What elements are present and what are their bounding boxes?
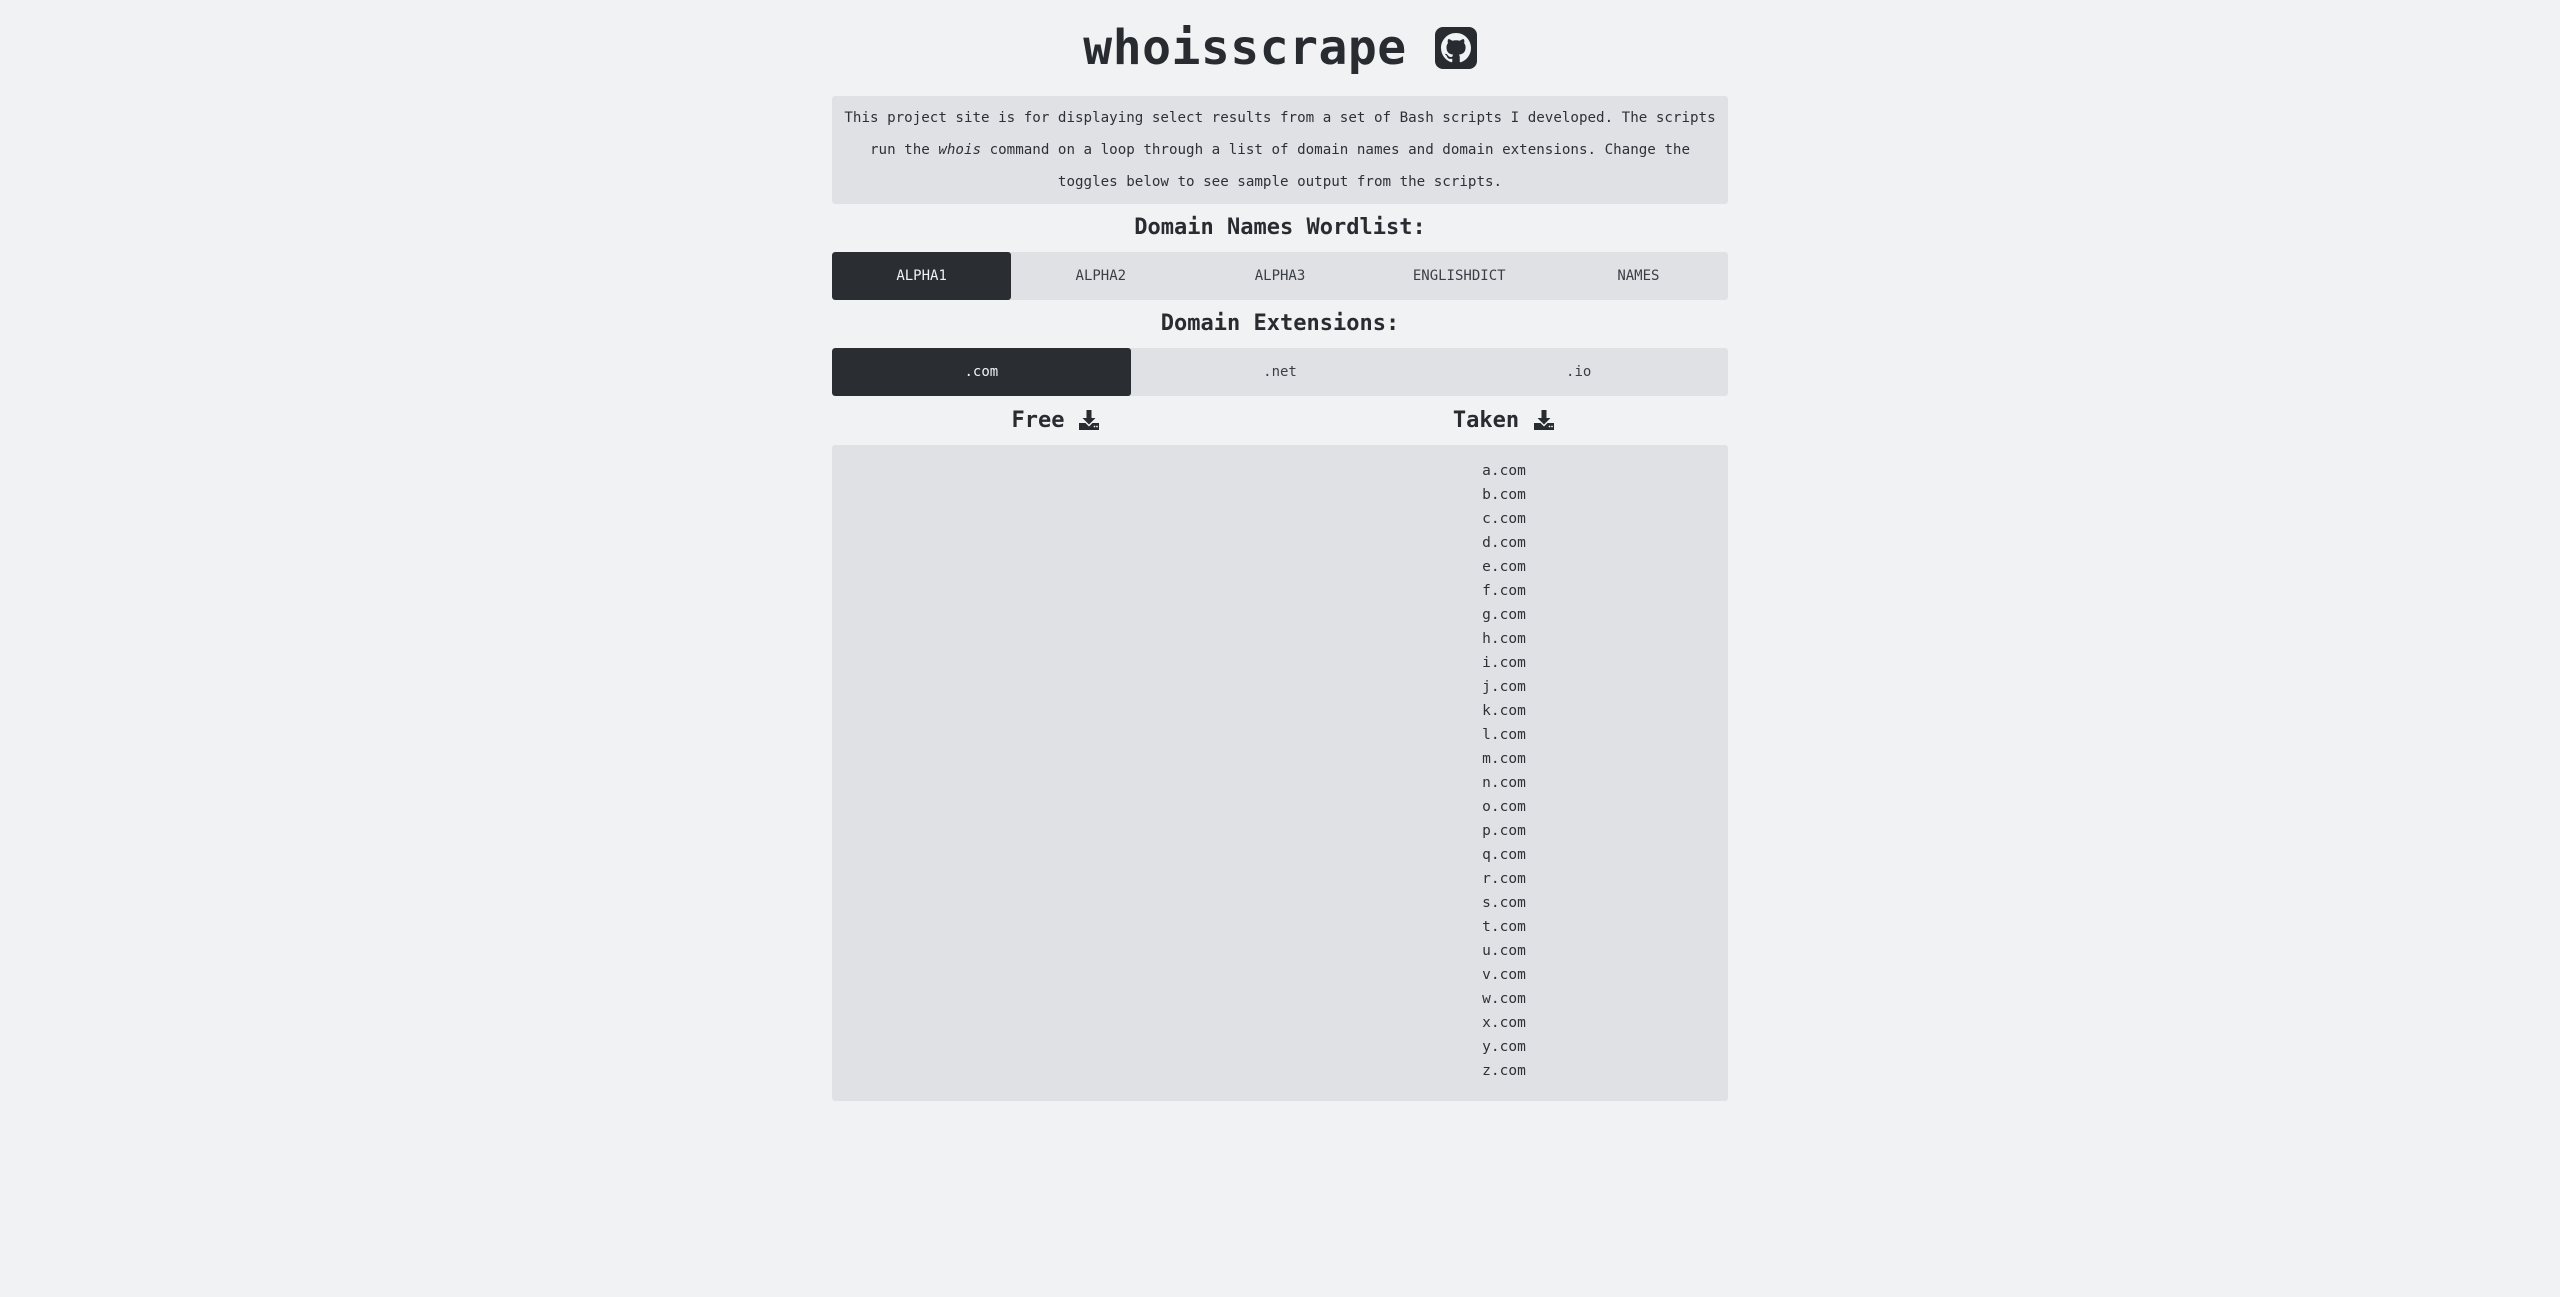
taken-label: Taken [1452, 407, 1520, 433]
free-label: Free [1011, 407, 1065, 433]
taken-domain-item: m.com [1482, 751, 1526, 767]
page-container: whoisscrape This project site is for dis… [832, 0, 1728, 1101]
taken-domain-item: s.com [1482, 895, 1526, 911]
wordlist-option-names[interactable]: NAMES [1549, 252, 1728, 300]
taken-domain-item: y.com [1482, 1039, 1526, 1055]
github-icon[interactable] [1434, 27, 1477, 69]
taken-domain-list: a.com b.com c.com d.com e.com f.com g.com h.com… [1280, 459, 1728, 1083]
page-title: whoisscrape [1083, 20, 1407, 76]
taken-domain-item: b.com [1482, 487, 1526, 503]
taken-domain-item: x.com [1482, 1015, 1526, 1031]
extension-option-io[interactable]: .io [1429, 348, 1728, 396]
download-taken-icon[interactable] [1533, 409, 1555, 431]
taken-domain-item: g.com [1482, 607, 1526, 623]
taken-column-header: Taken [1280, 396, 1728, 444]
wordlist-option-alpha2[interactable]: ALPHA2 [1011, 252, 1190, 300]
extension-toggle: .com .net .io [832, 348, 1728, 396]
taken-domain-item: w.com [1482, 991, 1526, 1007]
wordlist-toggle: ALPHA1 ALPHA2 ALPHA3 ENGLISHDICT NAMES [832, 252, 1728, 300]
wordlist-option-alpha3[interactable]: ALPHA3 [1190, 252, 1369, 300]
taken-domain-item: l.com [1482, 727, 1526, 743]
description-part-2: command on a loop through a list of doma… [981, 142, 1690, 190]
project-description: This project site is for displaying sele… [832, 96, 1728, 204]
taken-domain-item: k.com [1482, 703, 1526, 719]
taken-domain-item: n.com [1482, 775, 1526, 791]
taken-domain-item: e.com [1482, 559, 1526, 575]
taken-domain-item: j.com [1482, 679, 1526, 695]
results-panel: a.com b.com c.com d.com e.com f.com g.com h.com… [832, 445, 1728, 1101]
taken-domain-item: p.com [1482, 823, 1526, 839]
download-icon [1079, 410, 1100, 430]
taken-domain-item: i.com [1482, 655, 1526, 671]
wordlist-heading: Domain Names Wordlist: [1134, 215, 1426, 240]
taken-column: a.com b.com c.com d.com e.com f.com g.com h.com… [1280, 445, 1728, 1101]
taken-domain-item: a.com [1482, 463, 1526, 479]
extension-option-com[interactable]: .com [832, 348, 1131, 396]
taken-domain-item: o.com [1482, 799, 1526, 815]
download-icon [1534, 410, 1555, 430]
taken-domain-item: v.com [1482, 967, 1526, 983]
header: whoisscrape [832, 0, 1728, 96]
taken-domain-item: r.com [1482, 871, 1526, 887]
taken-domain-item: h.com [1482, 631, 1526, 647]
taken-domain-item: f.com [1482, 583, 1526, 599]
extension-option-net[interactable]: .net [1131, 348, 1430, 396]
extensions-heading: Domain Extensions: [1160, 311, 1400, 336]
free-column [832, 445, 1280, 1101]
whois-command: whois [938, 142, 982, 158]
free-column-header: Free [832, 396, 1280, 444]
taken-domain-item: c.com [1482, 511, 1526, 527]
wordlist-option-englishdict[interactable]: ENGLISHDICT [1370, 252, 1549, 300]
github-logo-icon [1440, 33, 1471, 63]
taken-domain-item: u.com [1482, 943, 1526, 959]
wordlist-option-alpha1[interactable]: ALPHA1 [832, 252, 1012, 300]
taken-domain-item: t.com [1482, 919, 1526, 935]
download-free-icon[interactable] [1078, 409, 1100, 431]
taken-domain-item: q.com [1482, 847, 1526, 863]
results-header: Free Taken [832, 396, 1728, 444]
taken-domain-item: d.com [1482, 535, 1526, 551]
taken-domain-item: z.com [1482, 1063, 1526, 1079]
